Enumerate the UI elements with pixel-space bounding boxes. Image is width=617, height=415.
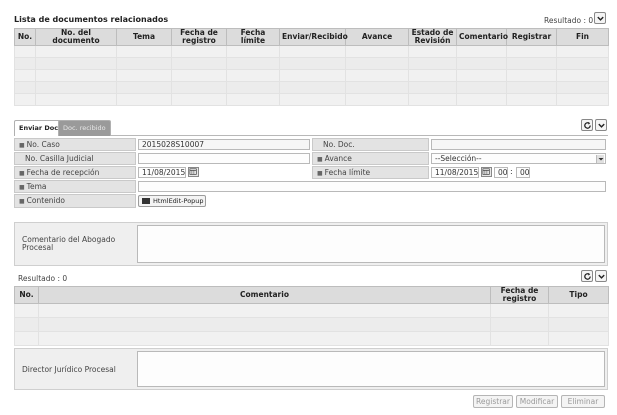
no-caso-field[interactable]: 2015028S10007: [138, 139, 310, 150]
required-marker-icon: ■: [19, 142, 25, 149]
tema-input[interactable]: [138, 181, 606, 192]
table-row: [14, 81, 609, 94]
tab-doc-recibido[interactable]: Doc. recibido: [58, 120, 111, 136]
required-marker-icon: ■: [19, 198, 25, 205]
htmledit-popup-label: HtmlEdit-Popup: [153, 197, 204, 205]
required-marker-icon: ■: [317, 170, 323, 177]
avance-selected-value: --Selección--: [435, 154, 482, 163]
fecha-recepcion-label-text: Fecha de recepción: [26, 168, 100, 177]
comentario-abogado-textarea[interactable]: [137, 225, 605, 263]
column-header[interactable]: No. del documento: [35, 28, 117, 46]
refresh-button[interactable]: [581, 119, 593, 131]
column-header[interactable]: Comentario: [456, 28, 508, 46]
dropdown-arrow-icon: [596, 155, 604, 163]
no-caso-label: ■ No. Caso: [14, 138, 136, 151]
casilla-judicial-label: No. Casilla Judicial: [14, 152, 136, 165]
casilla-judicial-input[interactable]: [138, 153, 310, 164]
table-row: [14, 45, 609, 58]
required-marker-icon: ■: [19, 184, 25, 191]
column-header[interactable]: No.: [14, 28, 36, 46]
comentario-abogado-label: Comentario del Abogado Procesal: [22, 235, 116, 252]
column-header[interactable]: Registrar: [506, 28, 557, 46]
calendar-icon[interactable]: [481, 167, 492, 177]
no-doc-label-text: No. Doc.: [323, 140, 355, 149]
no-doc-field[interactable]: [431, 139, 606, 150]
column-header[interactable]: Comentario: [38, 286, 491, 304]
fecha-limite-label: ■ Fecha límite: [312, 166, 429, 179]
registrar-button[interactable]: Registrar: [473, 395, 513, 408]
column-header[interactable]: Fin: [556, 28, 609, 46]
column-header[interactable]: No.: [14, 286, 39, 304]
casilla-judicial-label-text: No. Casilla Judicial: [25, 154, 94, 163]
column-header[interactable]: Fecha límite: [226, 28, 280, 46]
table-row: [14, 331, 609, 346]
time-separator: :: [510, 167, 513, 176]
avance-label: ■ Avance: [312, 152, 429, 165]
column-header[interactable]: Fecha de registro: [490, 286, 549, 304]
column-header[interactable]: Estado de Revisión: [408, 28, 457, 46]
chevron-down-icon: [596, 16, 604, 21]
form-collapse-button[interactable]: [595, 119, 607, 131]
table-row: [14, 93, 609, 106]
column-header[interactable]: Tipo: [548, 286, 609, 304]
required-marker-icon: ■: [19, 170, 25, 177]
documents-result-count: Resultado : 0: [544, 16, 594, 25]
refresh-icon: [583, 272, 591, 280]
comments-collapse-button[interactable]: [595, 270, 607, 282]
required-marker-icon: ■: [317, 156, 323, 163]
table-row: [14, 69, 609, 82]
column-header[interactable]: Tema: [116, 28, 172, 46]
comments-refresh-button[interactable]: [581, 270, 593, 282]
contenido-label-text: Contenido: [26, 196, 65, 205]
contenido-label: ■ Contenido: [14, 194, 136, 208]
table-row: [14, 57, 609, 70]
comments-result-count: Resultado : 0: [18, 274, 68, 283]
modificar-button[interactable]: Modificar: [516, 395, 558, 408]
no-caso-label-text: No. Caso: [26, 140, 60, 149]
director-label: Director Jurídico Procesal: [22, 365, 116, 374]
fecha-recepcion-input[interactable]: 11/08/2015: [138, 167, 186, 178]
editor-icon: [142, 198, 150, 204]
calendar-icon[interactable]: [188, 167, 199, 177]
htmledit-popup-button[interactable]: HtmlEdit-Popup: [138, 195, 206, 207]
chevron-down-icon: [597, 123, 605, 128]
comments-header-row: No. Comentario Fecha de registro Tipo: [14, 286, 609, 304]
documents-list-title: Lista de documentos relacionados: [14, 15, 169, 24]
comments-table: No. Comentario Fecha de registro Tipo: [14, 286, 609, 346]
fecha-recepcion-label: ■ Fecha de recepción: [14, 166, 136, 179]
document-tabs: Enviar Doc. Doc. recibido: [14, 120, 608, 136]
column-header[interactable]: Fecha de registro: [171, 28, 227, 46]
avance-select[interactable]: --Selección--: [431, 153, 606, 164]
tema-label: ■ Tema: [14, 180, 136, 193]
fecha-limite-label-text: Fecha límite: [324, 168, 371, 177]
director-textarea[interactable]: [137, 351, 605, 387]
documents-header-row: No. No. del documento Tema Fecha de regi…: [14, 28, 609, 46]
column-header[interactable]: Enviar/Recibido: [279, 28, 348, 46]
eliminar-button[interactable]: Eliminar: [561, 395, 605, 408]
table-row: [14, 317, 609, 332]
tema-label-text: Tema: [26, 182, 47, 191]
refresh-icon: [583, 121, 591, 129]
minute-input[interactable]: 00: [516, 167, 530, 178]
documents-collapse-button[interactable]: [594, 12, 606, 24]
fecha-limite-input[interactable]: 11/08/2015: [431, 167, 479, 178]
column-header[interactable]: Avance: [345, 28, 409, 46]
table-row: [14, 303, 609, 318]
chevron-down-icon: [597, 274, 605, 279]
documents-table: No. No. del documento Tema Fecha de regi…: [14, 28, 609, 106]
avance-label-text: Avance: [324, 154, 352, 163]
no-doc-label: No. Doc.: [312, 138, 429, 151]
hour-input[interactable]: 00: [494, 167, 508, 178]
